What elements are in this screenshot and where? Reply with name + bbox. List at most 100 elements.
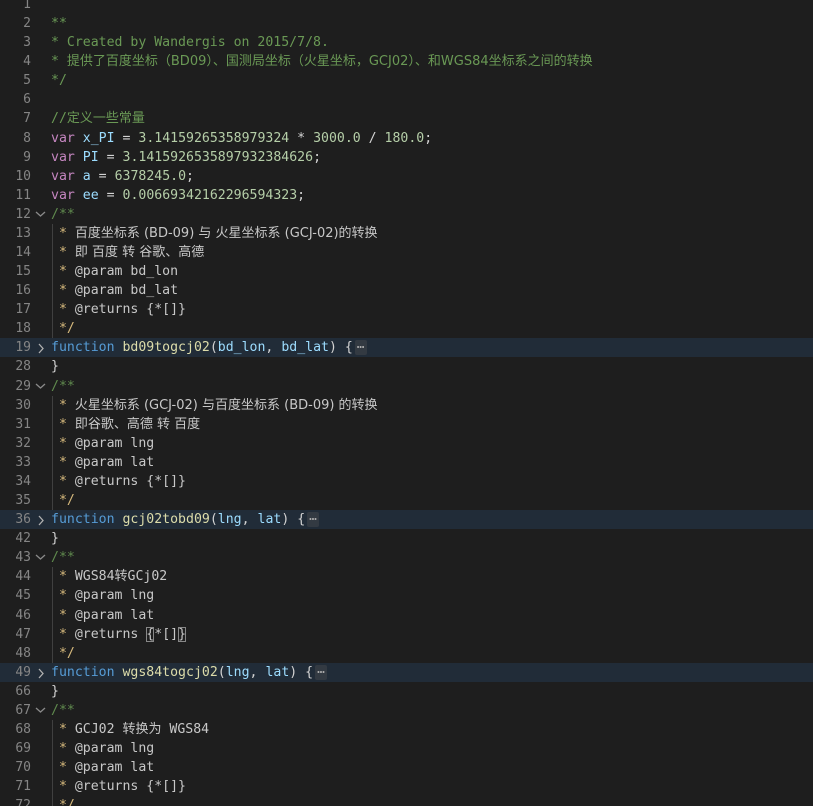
code-line[interactable]: 72 */ — [0, 796, 813, 806]
code-line[interactable]: 44 * WGS84转GCj02 — [0, 567, 813, 587]
code-line[interactable]: 9 var PI = 3.1415926535897932384626; — [0, 148, 813, 167]
fold-toggle-collapsed[interactable] — [31, 338, 50, 354]
code-text[interactable]: ** — [50, 14, 813, 33]
code-line[interactable]: 7 //定义一些常量 — [0, 109, 813, 128]
line-number: 36 — [15, 512, 31, 528]
code-line[interactable]: 6 — [0, 90, 813, 109]
fold-toggle-expanded[interactable] — [31, 377, 50, 390]
code-text[interactable]: } — [50, 529, 813, 548]
code-line[interactable]: 29 /** — [0, 377, 813, 396]
code-line[interactable]: 10 var a = 6378245.0; — [0, 167, 813, 186]
code-line[interactable]: 11 var ee = 0.00669342162296594323; — [0, 186, 813, 205]
code-line[interactable]: 8 var x_PI = 3.14159265358979324 * 3000.0… — [0, 129, 813, 148]
code-text[interactable]: * GCJ02 转换为 WGS84 — [50, 719, 813, 740]
code-text[interactable]: * @returns {*[]} — [50, 777, 813, 797]
code-line[interactable]: 5 */ — [0, 71, 813, 90]
code-text[interactable]: */ — [50, 796, 813, 806]
code-line[interactable]: 36 function gcj02tobd09(lng, lat) {⋯ — [0, 510, 813, 530]
code-text[interactable]: * 即谷歌、高德 转 百度 — [50, 414, 813, 434]
code-text[interactable]: var a = 6378245.0; — [50, 167, 813, 186]
code-text[interactable]: /** — [50, 548, 813, 567]
code-line[interactable]: 15 * @param bd_lon — [0, 262, 813, 282]
code-text[interactable]: * @param lat — [50, 452, 813, 473]
code-text[interactable]: var ee = 0.00669342162296594323; — [50, 186, 813, 205]
code-line[interactable]: 43 /** — [0, 548, 813, 567]
code-text[interactable]: * @param lat — [50, 758, 813, 778]
code-editor[interactable]: 1 2 ** 3 * Created by Wandergis on 2015/7/8.… — [0, 0, 813, 806]
code-line-list[interactable]: 1 2 ** 3 * Created by Wandergis on 2015/7/8.… — [0, 0, 813, 806]
code-text[interactable]: function gcj02tobd09(lng, lat) {⋯ — [50, 510, 813, 529]
fold-toggle-expanded[interactable] — [31, 205, 50, 218]
code-text[interactable]: var PI = 3.1415926535897932384626; — [50, 148, 813, 167]
code-text[interactable]: function wgs84togcj02(lng, lat) {⋯ — [50, 663, 813, 682]
code-text[interactable]: * 即 百度 转 谷歌、高德 — [50, 243, 813, 263]
fold-toggle-expanded[interactable] — [31, 548, 50, 561]
code-text[interactable]: * 提供了百度坐标（BD09）、国测局坐标（火星坐标，GCJ02）、和WGS84… — [50, 52, 813, 71]
code-line[interactable]: 30 * 火星坐标系 (GCJ-02) 与百度坐标系 (BD-09) 的转换 — [0, 395, 813, 415]
code-token: lat — [257, 512, 282, 528]
code-line[interactable]: 33 * @param lat — [0, 452, 813, 473]
code-line[interactable]: 66} — [0, 682, 813, 701]
code-line[interactable]: 34 * @returns {*[]} — [0, 471, 813, 492]
code-text[interactable]: /** — [50, 701, 813, 720]
code-text[interactable]: */ — [50, 491, 813, 511]
code-text[interactable]: var x_PI = 3.14159265358979324 * 3000.0 … — [50, 129, 813, 148]
code-line[interactable]: 71 * @returns {*[]} — [0, 777, 813, 797]
code-line[interactable]: 68 * GCJ02 转换为 WGS84 — [0, 719, 813, 740]
fold-toggle-expanded[interactable] — [31, 701, 50, 714]
code-text[interactable]: /** — [50, 377, 813, 396]
code-line[interactable]: 19 function bd09togcj02(bd_lon, bd_lat) {… — [0, 338, 813, 358]
code-text[interactable]: */ — [50, 319, 813, 339]
code-line[interactable]: 14 * 即 百度 转 谷歌、高德 — [0, 243, 813, 263]
code-line[interactable]: 48 */ — [0, 643, 813, 663]
code-text[interactable]: //定义一些常量 — [50, 109, 813, 128]
code-line[interactable]: 31 * 即谷歌、高德 转 百度 — [0, 414, 813, 434]
code-text[interactable]: * Created by Wandergis on 2015/7/8. — [50, 33, 813, 52]
code-text[interactable]: * @param lng — [50, 739, 813, 759]
code-text[interactable]: * @param bd_lon — [50, 262, 813, 282]
code-line[interactable]: 47 * @returns {*[]} — [0, 624, 813, 644]
fold-toggle-collapsed[interactable] — [31, 510, 50, 526]
chevron-right-icon — [38, 343, 44, 354]
code-line[interactable]: 70 * @param lat — [0, 758, 813, 778]
code-text[interactable]: * @param lng — [50, 586, 813, 606]
code-line[interactable]: 42} — [0, 529, 813, 548]
code-text[interactable]: * 百度坐标系 (BD-09) 与 火星坐标系 (GCJ-02)的转换 — [50, 223, 813, 244]
folded-region-ellipsis[interactable]: ⋯ — [307, 512, 320, 528]
code-line[interactable]: 16 * @param bd_lat — [0, 281, 813, 301]
code-text[interactable]: * WGS84转GCj02 — [50, 567, 813, 587]
code-line[interactable]: 3 * Created by Wandergis on 2015/7/8. — [0, 33, 813, 52]
code-line[interactable]: 12 /** — [0, 205, 813, 224]
code-line[interactable]: 18 */ — [0, 319, 813, 339]
code-text[interactable]: * @param lat — [50, 605, 813, 625]
code-line[interactable]: 35 */ — [0, 491, 813, 511]
code-text[interactable]: } — [50, 357, 813, 376]
code-line[interactable]: 1 — [0, 0, 813, 14]
code-line[interactable]: 17 * @returns {*[]} — [0, 300, 813, 320]
fold-toggle-collapsed[interactable] — [31, 663, 50, 679]
code-text[interactable]: } — [50, 682, 813, 701]
code-text[interactable]: * 火星坐标系 (GCJ-02) 与百度坐标系 (BD-09) 的转换 — [50, 395, 813, 415]
code-token: @param bd_lat — [74, 283, 179, 299]
code-line[interactable]: 46 * @param lat — [0, 605, 813, 625]
code-line[interactable]: 32 * @param lng — [0, 433, 813, 453]
folded-region-ellipsis[interactable]: ⋯ — [315, 664, 328, 680]
code-text[interactable]: /** — [50, 205, 813, 224]
code-line[interactable]: 69 * @param lng — [0, 739, 813, 759]
code-text[interactable]: function bd09togcj02(bd_lon, bd_lat) {⋯ — [50, 338, 813, 357]
code-line[interactable]: 13 * 百度坐标系 (BD-09) 与 火星坐标系 (GCJ-02)的转换 — [0, 223, 813, 244]
code-text[interactable]: */ — [50, 643, 813, 663]
code-text[interactable]: * @returns {*[]} — [50, 300, 813, 320]
code-line[interactable]: 45 * @param lng — [0, 586, 813, 606]
code-text[interactable]: */ — [50, 71, 813, 90]
code-line[interactable]: 49 function wgs84togcj02(lng, lat) {⋯ — [0, 662, 813, 682]
code-line[interactable]: 28} — [0, 357, 813, 376]
code-text[interactable]: * @param lng — [50, 433, 813, 453]
code-line[interactable]: 4 * 提供了百度坐标（BD09）、国测局坐标（火星坐标，GCJ02）、和WGS8… — [0, 52, 813, 71]
code-line[interactable]: 2 ** — [0, 14, 813, 33]
folded-region-ellipsis[interactable]: ⋯ — [354, 340, 367, 356]
code-line[interactable]: 67 /** — [0, 701, 813, 720]
code-text[interactable]: * @returns {*[]} — [50, 471, 813, 492]
code-text[interactable]: * @returns {*[]} — [50, 624, 813, 644]
code-text[interactable]: * @param bd_lat — [50, 281, 813, 301]
